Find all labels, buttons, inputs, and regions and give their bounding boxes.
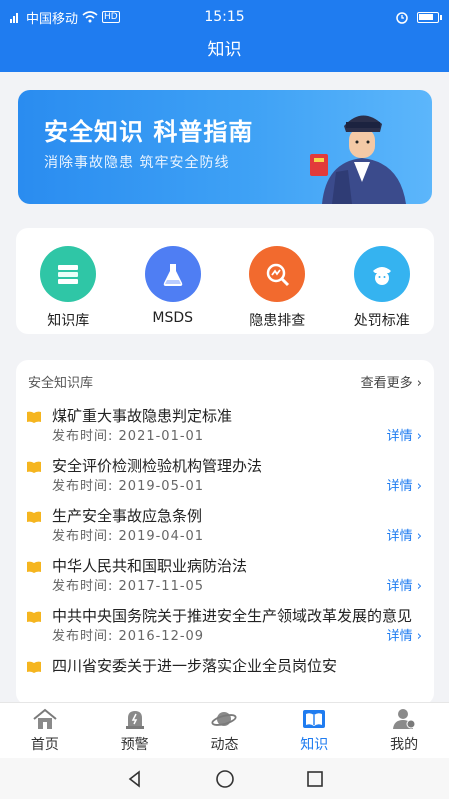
- safety-officer-illustration: [310, 115, 406, 204]
- item-title: 生产安全事故应急条例: [52, 507, 203, 525]
- banner-title: 安全知识 科普指南: [44, 118, 254, 146]
- list-item[interactable]: 煤矿重大事故隐患判定标准 发布时间: 2021-01-01 详情 ›: [16, 405, 434, 447]
- book-icon: [27, 411, 41, 423]
- detail-label: 详情: [386, 429, 413, 444]
- category-msds[interactable]: MSDS: [128, 246, 218, 326]
- item-title: 安全评价检测检验机构管理办法: [52, 457, 263, 475]
- detail-link[interactable]: 详情 ›: [387, 527, 422, 547]
- category-grid: 知识库 MSDS 隐患排查 处罚标准: [16, 228, 434, 334]
- detail-label: 详情: [386, 529, 413, 544]
- tab-home[interactable]: 首页: [0, 703, 90, 758]
- home-icon: [33, 708, 57, 729]
- tab-label: 预警: [120, 736, 149, 753]
- user-icon: [393, 708, 416, 729]
- signal-icon: [10, 13, 18, 23]
- book-icon: [27, 611, 41, 623]
- date-value: 2016-12-09: [118, 629, 205, 644]
- tab-label: 我的: [390, 736, 419, 753]
- page-title: 知识: [207, 40, 242, 60]
- alarm-clock-icon: [396, 12, 408, 24]
- category-label: 隐患排查: [249, 313, 306, 329]
- wifi-icon: [82, 11, 98, 23]
- detail-link[interactable]: 详情 ›: [387, 477, 422, 497]
- police-icon: [353, 246, 410, 302]
- list-item[interactable]: 中共中央国务院关于推进安全生产领域改革发展的意见 发布时间: 2016-12-0…: [16, 605, 434, 647]
- tab-label: 动态: [210, 736, 239, 753]
- tab-label: 首页: [30, 736, 59, 753]
- date-label: 发布时间:: [52, 429, 114, 444]
- category-penalty-standard[interactable]: 处罚标准: [337, 246, 427, 330]
- date-label: 发布时间:: [52, 579, 114, 594]
- list-item[interactable]: 四川省安委关于进一步落实企业全员岗位安: [16, 655, 434, 677]
- promo-banner[interactable]: 安全知识 科普指南 消除事故隐患 筑牢安全防线: [18, 90, 432, 204]
- book-icon: [27, 511, 41, 523]
- search-chart-icon: [249, 246, 306, 302]
- detail-link[interactable]: 详情 ›: [387, 627, 422, 647]
- knowledge-list-card: 安全知识库 查看更多 › 煤矿重大事故隐患判定标准 发布时间: 2021-01-…: [16, 360, 434, 705]
- tab-label: 知识: [300, 736, 329, 753]
- category-label: 处罚标准: [353, 313, 410, 329]
- list-item[interactable]: 中华人民共和国职业病防治法 发布时间: 2017-11-05 详情 ›: [16, 555, 434, 597]
- chevron-right-icon: ›: [416, 376, 422, 391]
- detail-label: 详情: [386, 479, 413, 494]
- clock: 15:15: [204, 9, 245, 25]
- date-label: 发布时间:: [52, 479, 114, 494]
- tab-news[interactable]: 动态: [180, 703, 270, 758]
- date-value: 2019-04-01: [118, 529, 205, 544]
- section-title: 安全知识库: [28, 376, 94, 391]
- view-more-label: 查看更多: [360, 376, 413, 391]
- item-title: 中华人民共和国职业病防治法: [52, 557, 248, 575]
- alarm-icon: [125, 710, 144, 729]
- date-label: 发布时间:: [52, 629, 114, 644]
- carrier-label: 中国移动: [26, 11, 79, 27]
- date-value: 2017-11-05: [118, 579, 205, 594]
- item-title: 四川省安委关于进一步落实企业全员岗位安: [52, 657, 338, 675]
- detail-label: 详情: [386, 629, 413, 644]
- view-more-link[interactable]: 查看更多 ›: [361, 372, 422, 391]
- planet-icon: [211, 711, 238, 726]
- list-item[interactable]: 生产安全事故应急条例 发布时间: 2019-04-01 详情 ›: [16, 505, 434, 547]
- book-icon: [27, 661, 41, 673]
- item-title: 煤矿重大事故隐患判定标准: [52, 407, 233, 425]
- battery-icon: [417, 11, 442, 23]
- category-label: MSDS: [152, 310, 194, 326]
- date-value: 2021-01-01: [118, 429, 205, 444]
- app-header: 中国移动 HD 15:15 知识: [0, 0, 449, 72]
- item-title: 中共中央国务院关于推进安全生产领域改革发展的意见: [52, 607, 413, 625]
- tab-mine[interactable]: 我的: [359, 703, 449, 758]
- bottom-tab-bar: 首页 预警 动态 知识 我的: [0, 702, 449, 758]
- category-knowledge-base[interactable]: 知识库: [23, 246, 113, 330]
- tab-knowledge[interactable]: 知识: [269, 703, 359, 758]
- tab-warning[interactable]: 预警: [90, 703, 180, 758]
- detail-link[interactable]: 详情 ›: [387, 577, 422, 597]
- list-item[interactable]: 安全评价检测检验机构管理办法 发布时间: 2019-05-01 详情 ›: [16, 455, 434, 497]
- hd-icon: HD: [102, 11, 120, 23]
- system-navigation-bar: [0, 758, 449, 799]
- flask-icon: [144, 246, 201, 302]
- date-value: 2019-05-01: [118, 479, 205, 494]
- detail-label: 详情: [386, 579, 413, 594]
- status-bar: 中国移动 HD 15:15: [0, 0, 449, 34]
- back-icon[interactable]: [125, 769, 145, 789]
- recent-apps-icon[interactable]: [305, 769, 325, 789]
- book-icon: [27, 561, 41, 573]
- books-icon: [40, 246, 97, 302]
- home-circle-icon[interactable]: [215, 769, 235, 789]
- detail-link[interactable]: 详情 ›: [387, 427, 422, 447]
- date-label: 发布时间:: [52, 529, 114, 544]
- book-icon: [27, 461, 41, 473]
- knowledge-book-icon: [303, 709, 326, 728]
- banner-subtitle: 消除事故隐患 筑牢安全防线: [44, 155, 230, 171]
- category-hazard-check[interactable]: 隐患排查: [232, 246, 322, 330]
- category-label: 知识库: [47, 313, 90, 329]
